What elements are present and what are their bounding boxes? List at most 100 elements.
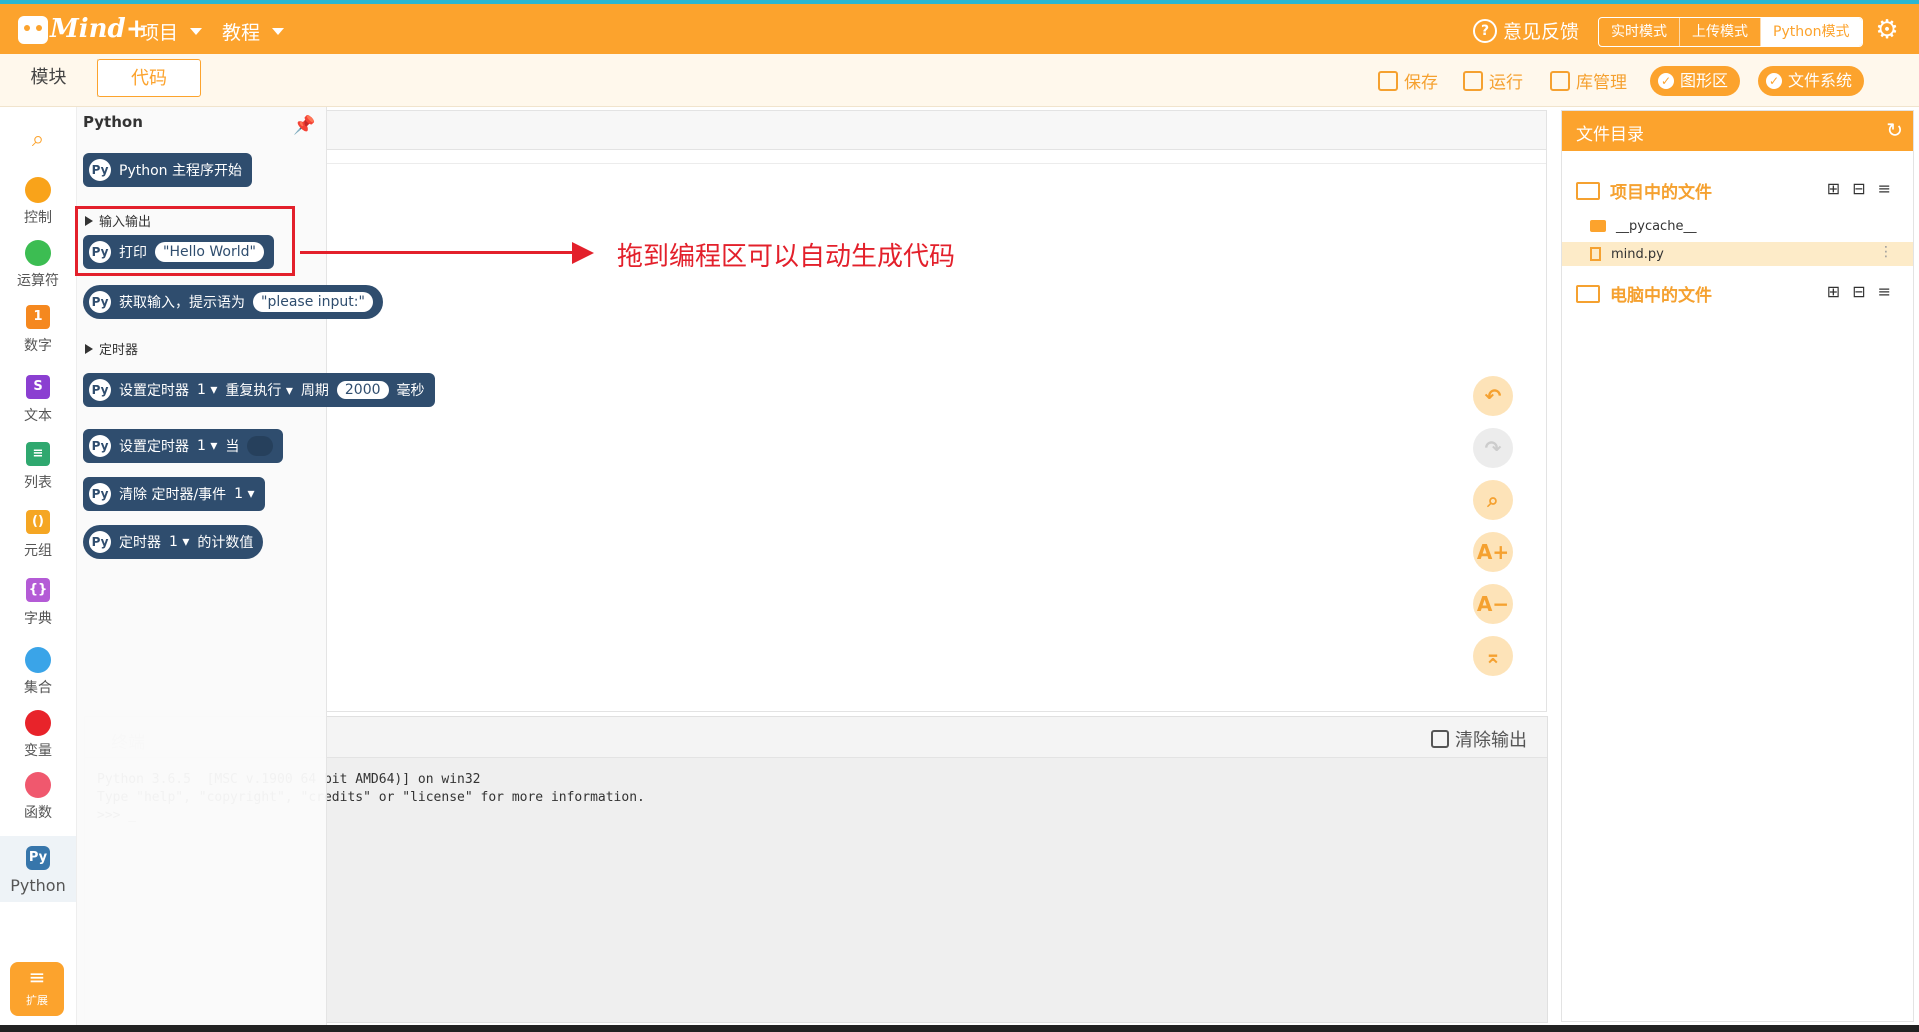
list-icon: ≡ bbox=[26, 442, 50, 466]
menu-bar: Mind+ 项目 教程 ? 意见反馈 实时模式 上传模式 Python模式 ⚙ bbox=[0, 4, 1919, 54]
computer-files-section[interactable]: 电脑中的文件 bbox=[1576, 281, 1712, 306]
category-dictionary[interactable]: {} 字典 bbox=[0, 578, 76, 628]
extension-button[interactable]: ≡ 扩展 bbox=[10, 962, 64, 1016]
category-operators[interactable]: 运算符 bbox=[0, 240, 76, 290]
block-set-timer-when[interactable]: Py 设置定时器 1 ▾ 当 bbox=[83, 429, 284, 463]
library-manager-button[interactable]: 库管理 bbox=[1550, 68, 1627, 93]
zoom-icon[interactable]: ⌕ bbox=[1473, 480, 1513, 520]
category-control[interactable]: 控制 bbox=[0, 177, 76, 227]
search-category[interactable]: ⌕ bbox=[0, 127, 76, 152]
save-button[interactable]: 保存 bbox=[1378, 68, 1438, 93]
pin-icon[interactable]: 📌 bbox=[293, 115, 315, 136]
new-folder-icon[interactable]: ⊟ bbox=[1852, 282, 1865, 301]
project-files-tools: ⊞ ⊟ ≡ bbox=[1827, 179, 1891, 198]
annotation-text: 拖到编程区可以自动生成代码 bbox=[617, 242, 956, 272]
library-label: 库管理 bbox=[1576, 73, 1627, 93]
category-number[interactable]: 1 数字 bbox=[0, 305, 76, 355]
category-label: 数字 bbox=[24, 338, 52, 354]
function-dot-icon bbox=[25, 772, 51, 798]
category-function[interactable]: 函数 bbox=[0, 772, 76, 822]
block-input[interactable]: Py 获取输入，提示语为 "please input:" bbox=[83, 285, 383, 319]
input-prompt-field[interactable]: "please input:" bbox=[253, 292, 373, 312]
new-file-icon[interactable]: ⊞ bbox=[1827, 282, 1840, 301]
mode-python[interactable]: Python模式 bbox=[1761, 18, 1862, 46]
python-logo-icon: Py bbox=[89, 379, 111, 401]
menu-project[interactable]: 项目 bbox=[140, 18, 203, 45]
category-label: 运算符 bbox=[17, 273, 59, 289]
play-icon bbox=[1463, 70, 1483, 91]
menu-icon[interactable]: ≡ bbox=[1878, 179, 1891, 198]
file-row-pycache[interactable]: __pycache__ bbox=[1562, 214, 1913, 238]
clear-output-button[interactable]: 清除输出 bbox=[1431, 726, 1527, 752]
block-clear-timer[interactable]: Py 清除 定时器/事件 1 ▾ bbox=[83, 477, 265, 511]
font-decrease-icon[interactable]: A− bbox=[1473, 584, 1513, 624]
section-timer[interactable]: 定时器 bbox=[85, 339, 138, 358]
check-icon: ✓ bbox=[1766, 73, 1782, 89]
block-suffix-label: 的计数值 bbox=[197, 535, 254, 551]
menu-icon[interactable]: ≡ bbox=[1878, 282, 1891, 301]
category-label: 字典 bbox=[24, 611, 52, 627]
block-label: 定时器 bbox=[119, 535, 161, 551]
scroll-top-icon[interactable]: ⌅ bbox=[1473, 636, 1513, 676]
timer-number-value: 1 bbox=[234, 486, 244, 502]
check-icon: ✓ bbox=[1658, 73, 1674, 89]
project-files-section[interactable]: 项目中的文件 bbox=[1576, 178, 1712, 203]
file-row-mind-py[interactable]: mind.py ⋮ bbox=[1562, 242, 1913, 266]
broom-icon bbox=[1431, 730, 1449, 748]
mode-upload[interactable]: 上传模式 bbox=[1680, 18, 1761, 46]
feedback-button[interactable]: ? 意见反馈 bbox=[1473, 17, 1579, 44]
file-directory-title: 文件目录 bbox=[1576, 125, 1644, 145]
computer-files-tools: ⊞ ⊟ ≡ bbox=[1827, 282, 1891, 301]
timer-number-dropdown[interactable]: 1 ▾ bbox=[197, 382, 217, 398]
timer-number-value: 1 bbox=[197, 382, 206, 398]
category-python[interactable]: Py Python bbox=[0, 836, 76, 902]
block-set-timer-period[interactable]: Py 设置定时器 1 ▾ 重复执行 ▾ 周期 2000 毫秒 bbox=[83, 373, 435, 407]
python-logo-icon: Py bbox=[26, 846, 50, 870]
timer-number-value: 1 bbox=[169, 534, 178, 550]
new-file-icon[interactable]: ⊞ bbox=[1827, 179, 1840, 198]
list-icon bbox=[1576, 181, 1600, 200]
category-list[interactable]: ≡ 列表 bbox=[0, 442, 76, 492]
code-editor[interactable] bbox=[326, 110, 1547, 712]
menu-tutorial[interactable]: 教程 bbox=[222, 18, 285, 45]
block-timer-count[interactable]: Py 定时器 1 ▾ 的计数值 bbox=[83, 525, 264, 559]
control-dot-icon bbox=[25, 177, 51, 203]
period-value-field[interactable]: 2000 bbox=[336, 381, 389, 399]
timer-mode-dropdown[interactable]: 重复执行 ▾ bbox=[225, 380, 292, 400]
font-increase-icon[interactable]: A+ bbox=[1473, 532, 1513, 572]
redo-icon[interactable]: ↷ bbox=[1473, 428, 1513, 468]
timer-number-dropdown[interactable]: 1 ▾ bbox=[234, 486, 254, 502]
category-label: 列表 bbox=[24, 475, 52, 491]
timer-number-dropdown[interactable]: 1 ▾ bbox=[169, 534, 189, 550]
run-button[interactable]: 运行 bbox=[1463, 68, 1523, 93]
section-label: 定时器 bbox=[99, 343, 139, 358]
annotation-arrow-head-icon bbox=[572, 242, 594, 264]
gear-icon[interactable]: ⚙ bbox=[1874, 17, 1900, 43]
tab-code[interactable]: 代码 bbox=[97, 59, 201, 97]
mode-realtime[interactable]: 实时模式 bbox=[1599, 18, 1680, 46]
monitor-icon bbox=[1576, 284, 1600, 303]
search-icon: ⌕ bbox=[31, 127, 45, 152]
tab-blocks[interactable]: 模块 bbox=[0, 59, 98, 97]
clear-output-label: 清除输出 bbox=[1455, 730, 1527, 751]
timer-mode-value: 重复执行 bbox=[225, 383, 282, 399]
category-tuple[interactable]: () 元组 bbox=[0, 510, 76, 560]
category-variable[interactable]: 变量 bbox=[0, 710, 76, 760]
category-set[interactable]: 集合 bbox=[0, 647, 76, 697]
more-options-icon[interactable]: ⋮ bbox=[1879, 244, 1893, 260]
annotation-arrow-line bbox=[300, 251, 578, 254]
block-python-main[interactable]: Py Python 主程序开始 bbox=[83, 153, 252, 187]
annotation-highlight-box bbox=[75, 206, 295, 276]
timer-number-dropdown[interactable]: 1 ▾ bbox=[197, 438, 217, 454]
condition-slot[interactable] bbox=[247, 436, 274, 456]
robot-logo-icon bbox=[18, 16, 48, 44]
new-folder-icon[interactable]: ⊟ bbox=[1852, 179, 1865, 198]
file-system-toggle[interactable]: ✓ 文件系统 bbox=[1758, 66, 1865, 96]
category-text[interactable]: S 文本 bbox=[0, 375, 76, 425]
graphic-area-toggle[interactable]: ✓ 图形区 bbox=[1650, 66, 1741, 96]
undo-icon[interactable]: ↶ bbox=[1473, 376, 1513, 416]
refresh-icon[interactable]: ↻ bbox=[1886, 118, 1903, 142]
editor-tabstrip bbox=[326, 111, 1546, 150]
graphic-area-label: 图形区 bbox=[1680, 71, 1729, 90]
library-icon bbox=[1550, 70, 1570, 91]
